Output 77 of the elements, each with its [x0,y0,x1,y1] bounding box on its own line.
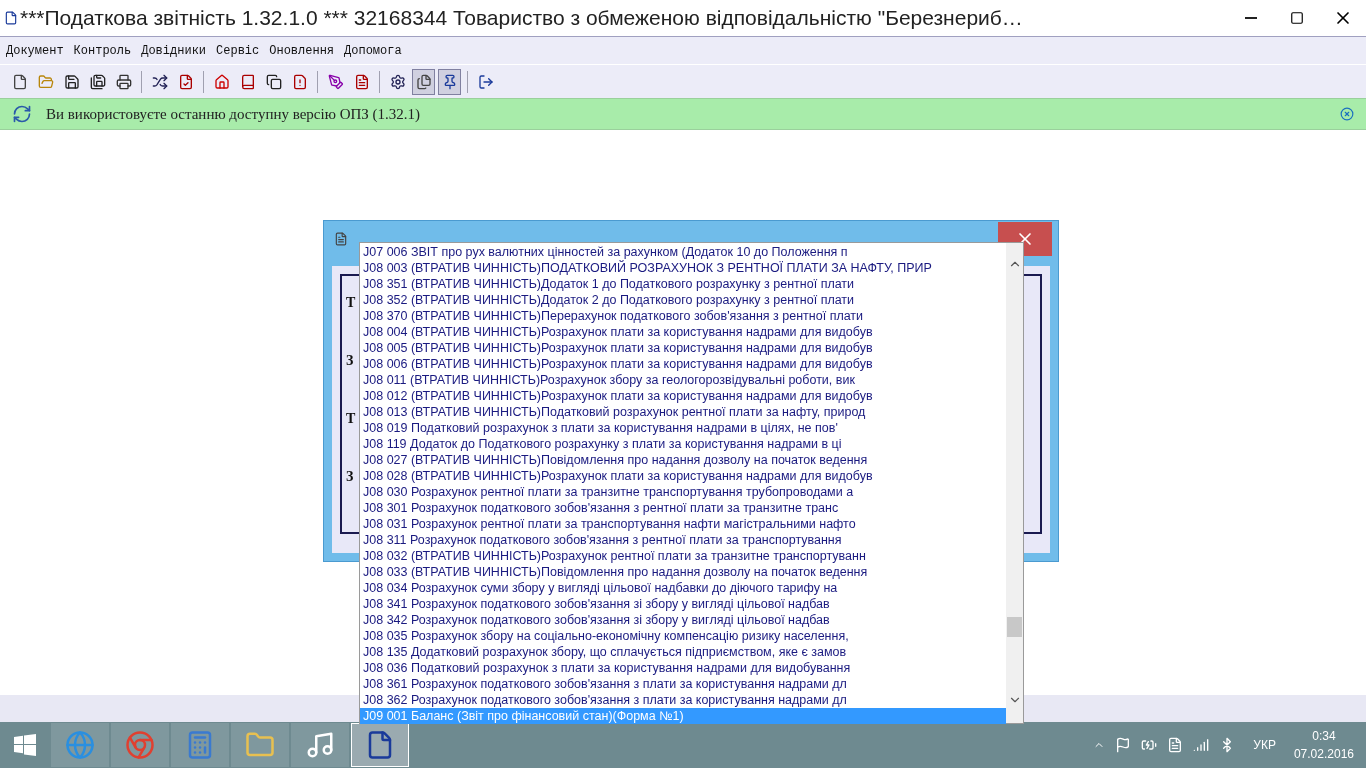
copy-icon [265,73,282,90]
checklist-icon [177,73,194,90]
dropdown-option[interactable]: J08 352 (ВТРАТИВ ЧИННІСТЬ)Додаток 2 до Податкового розрахунку з рентної плати [360,292,1006,308]
dropdown-option[interactable]: J08 012 (ВТРАТИВ ЧИННІСТЬ)Розрахунок плати за користування надрами для видобув [360,388,1006,404]
dropdown-option[interactable]: J08 032 (ВТРАТИВ ЧИННІСТЬ)Розрахунок рентної плати за транзитне транспортуванн [360,548,1006,564]
dropdown-option[interactable]: J08 036 Податковий розрахунок з плати за користування надрами для видобування [360,660,1006,676]
menu-item[interactable]: Контроль [73,41,132,60]
folder-icon [37,73,54,90]
menu-item[interactable]: Сервіс [216,41,260,60]
dropdown-option[interactable]: J08 361 Розрахунок податкового зобов'язання з плати за користування надрами дл [360,676,1006,692]
taskbar-button[interactable] [351,723,409,767]
printer-icon [115,73,132,90]
clock-date[interactable]: 07.02.2016 [1293,745,1354,763]
dropdown-option[interactable]: J08 342 Розрахунок податкового зобов'язання зі збору у вигляді цільової надбав [360,612,1006,628]
dropdown-option[interactable]: J08 028 (ВТРАТИВ ЧИННІСТЬ)Розрахунок плати за користування надрами для видобув [360,468,1006,484]
app-icon [4,11,18,25]
dropdown-option[interactable]: J08 341 Розрахунок податкового зобов'язання зі збору у вигляді цільової надбав [360,596,1006,612]
book-icon [239,73,256,90]
dropdown-option[interactable]: J08 004 (ВТРАТИВ ЧИННІСТЬ)Розрахунок плати за користування надрами для видобув [360,324,1006,340]
scrollbar[interactable] [1006,243,1023,723]
dropdown-option[interactable]: J08 351 (ВТРАТИВ ЧИННІСТЬ)Додаток 1 до Податкового розрахунку з рентної плати [360,276,1006,292]
dropdown-option[interactable]: J08 013 (ВТРАТИВ ЧИННІСТЬ)Податковий розрахунок рентної плати за нафту, природ [360,404,1006,420]
battery-icon[interactable] [1141,737,1158,753]
music-note-icon [305,730,335,760]
dropdown-option[interactable]: J08 135 Додатковий розрахунок збору, що сплачується підприємством, яке є замов [360,644,1006,660]
globe-icon [65,730,95,760]
dropdown-option[interactable]: J08 370 (ВТРАТИВ ЧИННІСТЬ)Перерахунок податкового зобов'язання з рентної плати [360,308,1006,324]
document-icon [334,231,348,246]
dropdown-option[interactable]: J08 311 Розрахунок податкового зобов'язання з рентної плати за транспортування [360,532,1006,548]
dropdown-option[interactable]: J08 005 (ВТРАТИВ ЧИННІСТЬ)Розрахунок плати за користування надрами для видобув [360,340,1006,356]
update-icon [12,104,32,124]
flag-icon[interactable] [1115,737,1132,753]
pages-icon [415,73,432,90]
dropdown-option[interactable]: J08 031 Розрахунок рентної плати за транспортування нафти магістральними нафто [360,516,1006,532]
toolbar-button[interactable] [438,68,461,95]
field-label: Т [346,294,356,312]
dropdown-option[interactable]: J08 119 Додаток до Податкового розрахунку з плати за користування надрами в ці [360,436,1006,452]
field-label: З [346,352,354,370]
dropdown-option[interactable]: J08 362 Розрахунок податкового зобов'язання з плати за користування надрами дл [360,692,1006,708]
menu-item[interactable]: Допомога [344,41,402,60]
dropdown-option[interactable]: J08 006 (ВТРАТИВ ЧИННІСТЬ)Розрахунок плати за користування надрами для видобув [360,356,1006,372]
arrows-icon [151,73,168,90]
dropdown-option[interactable]: J08 033 (ВТРАТИВ ЧИННІСТЬ)Повідомлення про надання дозволу на початок ведення [360,564,1006,580]
dropdown-option[interactable]: J07 006 ЗВІТ про рух валютних цінностей за рахунком (Додаток 10 до Положення п [360,244,1006,260]
clock-time[interactable]: 0:34 [1312,727,1336,745]
dropdown-option[interactable]: J08 003 (ВТРАТИВ ЧИННІСТЬ)ПОДАТКОВИЙ РОЗРАХУНОК З РЕНТНОЇ ПЛАТИ ЗА НАФТУ, ПРИР [360,260,1006,276]
menu-item[interactable]: Документ [6,41,64,60]
toolbar-button[interactable] [412,68,435,95]
house-icon [213,73,230,90]
dropdown-option[interactable]: J08 011 (ВТРАТИВ ЧИННІСТЬ)Розрахунок збору за геологорозвідувальні роботи, вик [360,372,1006,388]
dropdown-option[interactable]: J08 030 Розрахунок рентної плати за транзитне транспортування трубопроводами а [360,484,1006,500]
dropdown-option[interactable]: J08 034 Розрахунок суми збору у вигляді цільової надбавки до діючого тарифу на [360,580,1006,596]
menu-item[interactable]: Оновлення [269,41,335,60]
floppy-disks-icon [89,73,106,90]
windows-logo-icon [14,734,36,756]
field-label: З [346,468,354,486]
dropdown-option[interactable]: J08 019 Податковий розрахунок з плати за користування надрами в цілях, не пов' [360,420,1006,436]
maximize-icon [1290,11,1304,25]
settings-icon [389,73,406,90]
dropdown-option[interactable]: J08 035 Розрахунок збору на соціально-економічну компенсацію ризику населення, [360,628,1006,644]
field-label: Т [346,410,356,428]
blank-page-icon [11,73,28,90]
window-title: ***Податкова звітність 1.32.1.0 *** 32168344 Товариство з обмеженою відповідальністю "Березнериб… [20,5,1023,32]
minimize-icon [1245,17,1257,19]
pen-icon [327,73,344,90]
notice-text: Ви використовуєте останню доступну версію ОПЗ (1.32.1) [46,104,421,124]
menu-item[interactable]: Довідники [141,41,207,60]
scroll-thumb[interactable] [1007,617,1022,637]
dropdown-option[interactable]: J08 027 (ВТРАТИВ ЧИННІСТЬ)Повідомлення про надання дозволу на початок ведення [360,452,1006,468]
dropdown-option[interactable]: J08 301 Розрахунок податкового зобов'язання з рентної плати за транзитне транс [360,500,1006,516]
exit-icon [477,73,494,90]
page-warning-icon [291,73,308,90]
close-icon[interactable] [1340,107,1354,121]
document-icon [353,73,370,90]
signal-icon[interactable] [1193,737,1210,753]
language-indicator[interactable]: УКР [1253,736,1276,754]
circle-logo-icon [125,730,155,760]
